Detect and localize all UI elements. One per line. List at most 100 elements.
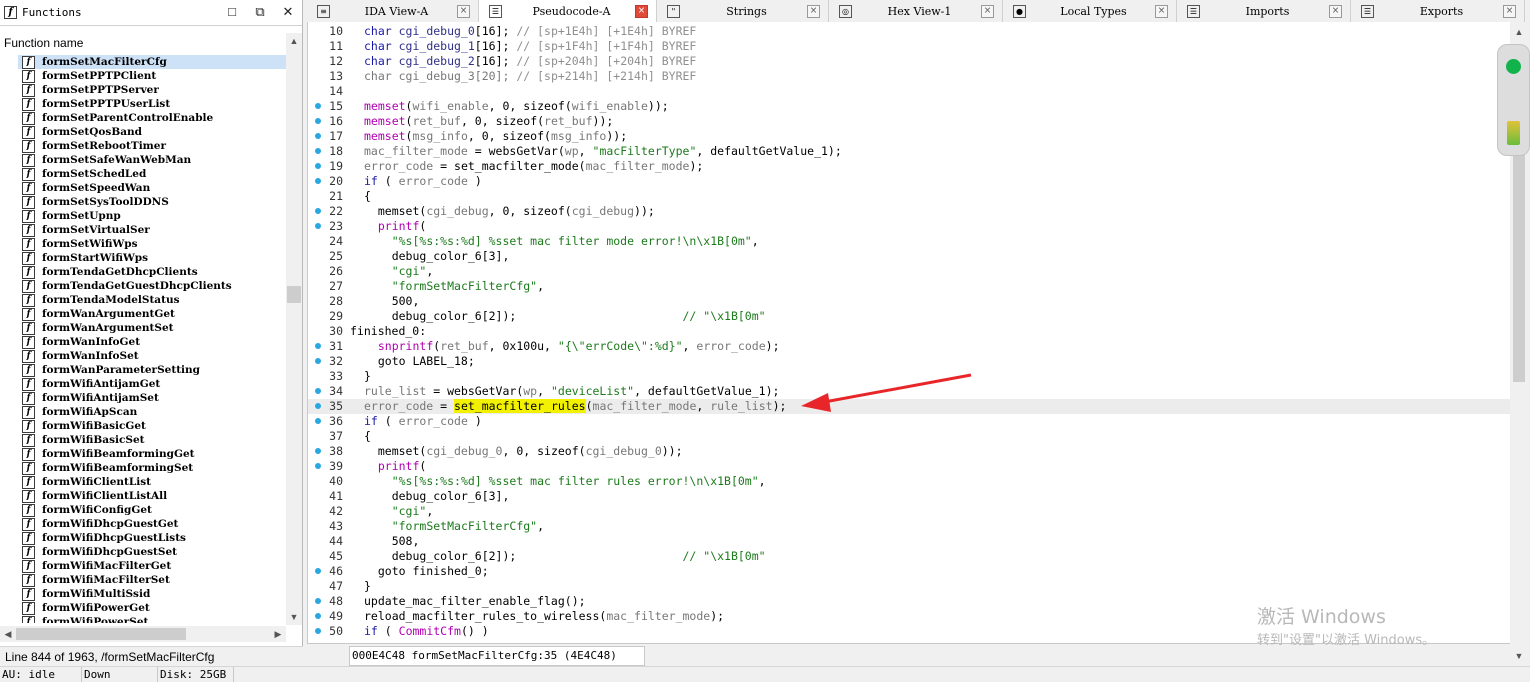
- breakpoint-dot-icon[interactable]: [315, 208, 321, 214]
- function-list-item[interactable]: f formWifiDhcpGuestSet: [18, 545, 286, 559]
- function-list-item[interactable]: f formWifiPowerGet: [18, 601, 286, 615]
- close-icon[interactable]: ✕: [280, 4, 296, 20]
- code-line[interactable]: 13 char cgi_debug_3[20]; // [sp+214h] [+2…: [308, 69, 1510, 84]
- function-list-item[interactable]: f formTendaGetGuestDhcpClients: [18, 279, 286, 293]
- close-tab-icon[interactable]: ×: [1329, 4, 1342, 18]
- code-line[interactable]: 18 mac_filter_mode = websGetVar(wp, "macF…: [308, 144, 1510, 159]
- tab-local-types[interactable]: ● Local Types ×: [1003, 0, 1177, 22]
- close-tab-icon[interactable]: ×: [1155, 4, 1168, 18]
- tab-exports[interactable]: ☰ Exports ×: [1351, 0, 1525, 22]
- code-line[interactable]: 31 snprintf(ret_buf, 0x100u, "{\"errCode…: [308, 339, 1510, 354]
- code-line[interactable]: 35 error_code = set_macfilter_rules(mac_f…: [308, 399, 1510, 414]
- scroll-down-icon[interactable]: ▼: [286, 609, 302, 625]
- code-line[interactable]: 33}: [308, 369, 1510, 384]
- function-list-item[interactable]: f formWifiMacFilterGet: [18, 559, 286, 573]
- breakpoint-dot-icon[interactable]: [315, 418, 321, 424]
- breakpoint-dot-icon[interactable]: [315, 598, 321, 604]
- code-line[interactable]: 47}: [308, 579, 1510, 594]
- code-line[interactable]: 45 debug_color_6[2]); // "\x1B[0m": [308, 549, 1510, 564]
- tab-imports[interactable]: ☰ Imports ×: [1177, 0, 1351, 22]
- code-line[interactable]: 38 memset(cgi_debug_0, 0, sizeof(cgi_deb…: [308, 444, 1510, 459]
- breakpoint-dot-icon[interactable]: [315, 223, 321, 229]
- function-list-item[interactable]: f formWanArgumentGet: [18, 307, 286, 321]
- float-icon[interactable]: ⧉: [252, 4, 268, 20]
- function-list-item[interactable]: f formSetMacFilterCfg: [18, 55, 286, 69]
- code-line[interactable]: 42 "cgi",: [308, 504, 1510, 519]
- function-list-item[interactable]: f formWifiApScan: [18, 405, 286, 419]
- function-list-item[interactable]: f formWifiDhcpGuestGet: [18, 517, 286, 531]
- function-list-item[interactable]: f formWifiAntijamSet: [18, 391, 286, 405]
- scroll-up-icon[interactable]: ▲: [286, 33, 302, 49]
- scroll-thumb[interactable]: [16, 628, 186, 640]
- scroll-right-icon[interactable]: ▶: [270, 626, 286, 642]
- code-line[interactable]: 41 debug_color_6[3],: [308, 489, 1510, 504]
- scroll-down-icon[interactable]: ▼: [1511, 648, 1527, 664]
- code-line[interactable]: 20 if ( error_code ): [308, 174, 1510, 189]
- function-list-item[interactable]: f formWifiPowerSet: [18, 615, 286, 623]
- close-tab-icon[interactable]: ×: [807, 4, 820, 18]
- function-list-item[interactable]: f formWifiAntijamGet: [18, 377, 286, 391]
- breakpoint-dot-icon[interactable]: [315, 448, 321, 454]
- breakpoint-dot-icon[interactable]: [315, 388, 321, 394]
- code-line[interactable]: 11 char cgi_debug_1[16]; // [sp+1F4h] [+1…: [308, 39, 1510, 54]
- code-line[interactable]: 32 goto LABEL_18;: [308, 354, 1510, 369]
- breakpoint-dot-icon[interactable]: [315, 613, 321, 619]
- code-line[interactable]: 15 memset(wifi_enable, 0, sizeof(wifi_ena…: [308, 99, 1510, 114]
- breakpoint-dot-icon[interactable]: [315, 118, 321, 124]
- close-tab-icon[interactable]: ×: [635, 4, 648, 18]
- function-list[interactable]: f formSetMacFilterCfg f formSetPPTPClient f f…: [18, 55, 286, 623]
- function-list-item[interactable]: f formWifiMultiSsid: [18, 587, 286, 601]
- function-list-item[interactable]: f formWifiBasicSet: [18, 433, 286, 447]
- code-line[interactable]: 27 "formSetMacFilterCfg",: [308, 279, 1510, 294]
- function-list-item[interactable]: f formWifiBeamformingGet: [18, 447, 286, 461]
- code-line[interactable]: 34 rule_list = websGetVar(wp, "deviceList…: [308, 384, 1510, 399]
- function-list-item[interactable]: f formSetSpeedWan: [18, 181, 286, 195]
- function-list-item[interactable]: f formSetPPTPUserList: [18, 97, 286, 111]
- code-line[interactable]: 25 debug_color_6[3],: [308, 249, 1510, 264]
- code-line[interactable]: 28 500,: [308, 294, 1510, 309]
- tab-pseudocode[interactable]: ☰ Pseudocode-A ×: [479, 0, 657, 22]
- code-line[interactable]: 12 char cgi_debug_2[16]; // [sp+204h] [+2…: [308, 54, 1510, 69]
- code-line[interactable]: 30 finished_0:: [308, 324, 1510, 339]
- scroll-up-icon[interactable]: ▲: [1511, 24, 1527, 40]
- tab-ida-view[interactable]: ≡ IDA View-A ×: [307, 0, 479, 22]
- function-list-item[interactable]: f formSetPPTPClient: [18, 69, 286, 83]
- breakpoint-dot-icon[interactable]: [315, 178, 321, 184]
- function-list-item[interactable]: f formWanArgumentSet: [18, 321, 286, 335]
- code-line[interactable]: 17 memset(msg_info, 0, sizeof(msg_info));: [308, 129, 1510, 144]
- close-tab-icon[interactable]: ×: [1503, 4, 1516, 18]
- breakpoint-dot-icon[interactable]: [315, 403, 321, 409]
- breakpoint-dot-icon[interactable]: [315, 358, 321, 364]
- function-list-item[interactable]: f formWifiClientList: [18, 475, 286, 489]
- breakpoint-dot-icon[interactable]: [315, 163, 321, 169]
- function-list-item[interactable]: f formWifiBasicGet: [18, 419, 286, 433]
- scroll-thumb[interactable]: [287, 286, 301, 303]
- function-list-item[interactable]: f formTendaModelStatus: [18, 293, 286, 307]
- function-list-item[interactable]: f formWifiBeamformingSet: [18, 461, 286, 475]
- code-line[interactable]: 29 debug_color_6[2]); // "\x1B[0m": [308, 309, 1510, 324]
- function-list-item[interactable]: f formSetQosBand: [18, 125, 286, 139]
- minimize-icon[interactable]: □: [224, 4, 240, 20]
- scroll-left-icon[interactable]: ◀: [0, 626, 16, 642]
- function-list-item[interactable]: f formTendaGetDhcpClients: [18, 265, 286, 279]
- code-line[interactable]: 23 printf(: [308, 219, 1510, 234]
- function-list-item[interactable]: f formStartWifiWps: [18, 251, 286, 265]
- function-list-item[interactable]: f formSetParentControlEnable: [18, 111, 286, 125]
- function-list-item[interactable]: f formSetUpnp: [18, 209, 286, 223]
- breakpoint-dot-icon[interactable]: [315, 568, 321, 574]
- code-line[interactable]: 40 "%s[%s:%s:%d] %sset mac filter rules …: [308, 474, 1510, 489]
- code-line[interactable]: 19 error_code = set_macfilter_mode(mac_fi…: [308, 159, 1510, 174]
- code-line[interactable]: 24 "%s[%s:%s:%d] %sset mac filter mode e…: [308, 234, 1510, 249]
- breakpoint-dot-icon[interactable]: [315, 343, 321, 349]
- code-line[interactable]: 22 memset(cgi_debug, 0, sizeof(cgi_debug…: [308, 204, 1510, 219]
- code-line[interactable]: 10 char cgi_debug_0[16]; // [sp+1E4h] [+1…: [308, 24, 1510, 39]
- function-list-item[interactable]: f formSetPPTPServer: [18, 83, 286, 97]
- code-line[interactable]: 21 {: [308, 189, 1510, 204]
- tab-hex-view[interactable]: ◎ Hex View-1 ×: [829, 0, 1003, 22]
- function-list-item[interactable]: f formWifiDhcpGuestLists: [18, 531, 286, 545]
- function-list-item[interactable]: f formSetRebootTimer: [18, 139, 286, 153]
- code-line[interactable]: 26 "cgi",: [308, 264, 1510, 279]
- close-tab-icon[interactable]: ×: [457, 4, 470, 18]
- code-line[interactable]: 36 if ( error_code ): [308, 414, 1510, 429]
- tab-strings[interactable]: " Strings ×: [657, 0, 829, 22]
